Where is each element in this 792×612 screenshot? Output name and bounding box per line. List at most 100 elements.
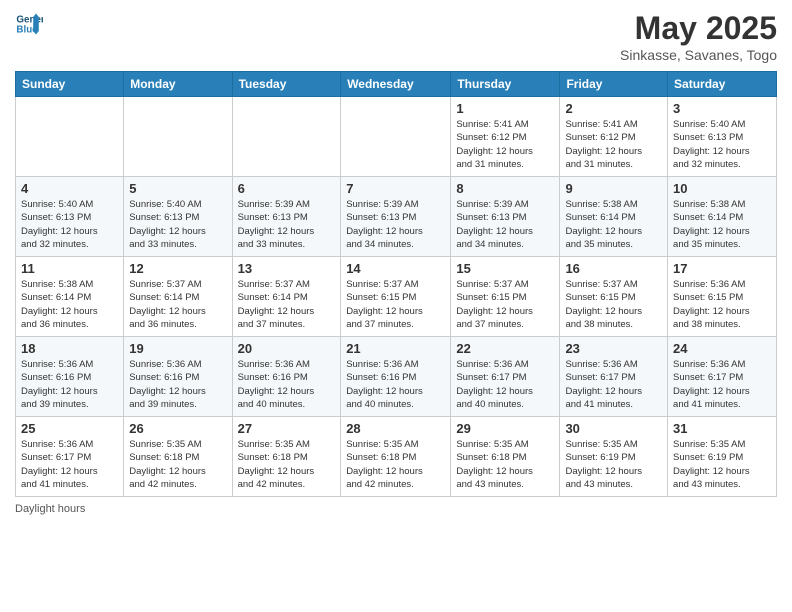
calendar-day-cell: 11 Sunrise: 5:38 AMSunset: 6:14 PMDayligh… [16, 257, 124, 337]
calendar-day-header: Monday [124, 72, 232, 97]
calendar-day-cell: 9Sunrise: 5:38 AMSunset: 6:14 PMDaylight… [560, 177, 668, 257]
day-info: Sunrise: 5:37 AMSunset: 6:14 PMDaylight:… [129, 278, 226, 331]
calendar-week-row: 4Sunrise: 5:40 AMSunset: 6:13 PMDaylight… [16, 177, 777, 257]
day-info: Sunrise: 5:39 AMSunset: 6:13 PMDaylight:… [238, 198, 336, 251]
day-number: 17 [673, 261, 771, 276]
day-number: 23 [565, 341, 662, 356]
day-number: 27 [238, 421, 336, 436]
calendar-day-cell [124, 97, 232, 177]
page-subtitle: Sinkasse, Savanes, Togo [620, 47, 777, 63]
calendar-day-header: Wednesday [341, 72, 451, 97]
calendar-day-cell: 18Sunrise: 5:36 AMSunset: 6:16 PMDayligh… [16, 337, 124, 417]
calendar-day-cell: 16 Sunrise: 5:37 AMSunset: 6:15 PMDayligh… [560, 257, 668, 337]
day-info: Sunrise: 5:37 AMSunset: 6:15 PMDaylight:… [565, 278, 662, 331]
calendar-day-cell [16, 97, 124, 177]
calendar-day-cell: 14 Sunrise: 5:37 AMSunset: 6:15 PMDayligh… [341, 257, 451, 337]
calendar-day-cell: 24 Sunrise: 5:36 AMSunset: 6:17 PMDayligh… [668, 337, 777, 417]
calendar-day-cell [341, 97, 451, 177]
day-info: Sunrise: 5:35 AMSunset: 6:18 PMDaylight:… [456, 438, 554, 491]
calendar-header-row: SundayMondayTuesdayWednesdayThursdayFrid… [16, 72, 777, 97]
day-number: 6 [238, 181, 336, 196]
calendar-day-cell: 20 Sunrise: 5:36 AMSunset: 6:16 PMDayligh… [232, 337, 341, 417]
day-number: 8 [456, 181, 554, 196]
day-info: Sunrise: 5:41 AMSunset: 6:12 PMDaylight:… [565, 118, 662, 171]
day-number: 25 [21, 421, 118, 436]
calendar-day-cell: 28 Sunrise: 5:35 AMSunset: 6:18 PMDayligh… [341, 417, 451, 497]
calendar-day-cell: 8 Sunrise: 5:39 AMSunset: 6:13 PMDaylight… [451, 177, 560, 257]
day-info: Sunrise: 5:35 AMSunset: 6:18 PMDaylight:… [238, 438, 336, 491]
day-info: Sunrise: 5:40 AMSunset: 6:13 PMDaylight:… [21, 198, 118, 251]
calendar-day-cell: 13 Sunrise: 5:37 AMSunset: 6:14 PMDayligh… [232, 257, 341, 337]
day-number: 5 [129, 181, 226, 196]
day-number: 16 [565, 261, 662, 276]
day-info: Sunrise: 5:37 AMSunset: 6:14 PMDaylight:… [238, 278, 336, 331]
footer-label: Daylight hours [15, 503, 777, 515]
day-number: 21 [346, 341, 445, 356]
calendar-day-cell: 12 Sunrise: 5:37 AMSunset: 6:14 PMDayligh… [124, 257, 232, 337]
day-info: Sunrise: 5:39 AMSunset: 6:13 PMDaylight:… [346, 198, 445, 251]
day-info: Sunrise: 5:36 AMSunset: 6:17 PMDaylight:… [673, 358, 771, 411]
calendar-day-header: Tuesday [232, 72, 341, 97]
day-info: Sunrise: 5:37 AMSunset: 6:15 PMDaylight:… [456, 278, 554, 331]
logo-icon: General Blue [15, 10, 43, 38]
calendar-day-header: Saturday [668, 72, 777, 97]
calendar-day-cell: 19 Sunrise: 5:36 AMSunset: 6:16 PMDayligh… [124, 337, 232, 417]
day-info: Sunrise: 5:40 AMSunset: 6:13 PMDaylight:… [129, 198, 226, 251]
day-info: Sunrise: 5:38 AMSunset: 6:14 PMDaylight:… [21, 278, 118, 331]
calendar-day-cell: 4Sunrise: 5:40 AMSunset: 6:13 PMDaylight… [16, 177, 124, 257]
day-info: Sunrise: 5:36 AMSunset: 6:17 PMDaylight:… [21, 438, 118, 491]
day-number: 1 [456, 101, 554, 116]
calendar-day-cell: 22Sunrise: 5:36 AMSunset: 6:17 PMDayligh… [451, 337, 560, 417]
day-number: 26 [129, 421, 226, 436]
day-info: Sunrise: 5:41 AMSunset: 6:12 PMDaylight:… [456, 118, 554, 171]
calendar-day-cell: 5 Sunrise: 5:40 AMSunset: 6:13 PMDaylight… [124, 177, 232, 257]
day-info: Sunrise: 5:36 AMSunset: 6:16 PMDaylight:… [238, 358, 336, 411]
calendar-day-cell: 6 Sunrise: 5:39 AMSunset: 6:13 PMDaylight… [232, 177, 341, 257]
day-number: 2 [565, 101, 662, 116]
day-info: Sunrise: 5:35 AMSunset: 6:18 PMDaylight:… [129, 438, 226, 491]
day-number: 14 [346, 261, 445, 276]
day-number: 20 [238, 341, 336, 356]
day-info: Sunrise: 5:36 AMSunset: 6:17 PMDaylight:… [565, 358, 662, 411]
page-title: May 2025 [620, 10, 777, 47]
calendar-day-header: Sunday [16, 72, 124, 97]
day-number: 24 [673, 341, 771, 356]
day-info: Sunrise: 5:36 AMSunset: 6:15 PMDaylight:… [673, 278, 771, 331]
calendar-day-cell: 15 Sunrise: 5:37 AMSunset: 6:15 PMDayligh… [451, 257, 560, 337]
day-number: 22 [456, 341, 554, 356]
day-number: 10 [673, 181, 771, 196]
day-info: Sunrise: 5:36 AMSunset: 6:16 PMDaylight:… [129, 358, 226, 411]
calendar-day-cell: 21Sunrise: 5:36 AMSunset: 6:16 PMDayligh… [341, 337, 451, 417]
day-info: Sunrise: 5:37 AMSunset: 6:15 PMDaylight:… [346, 278, 445, 331]
day-info: Sunrise: 5:39 AMSunset: 6:13 PMDaylight:… [456, 198, 554, 251]
day-info: Sunrise: 5:35 AMSunset: 6:19 PMDaylight:… [673, 438, 771, 491]
calendar-day-header: Friday [560, 72, 668, 97]
calendar-week-row: 18 Sunrise: 5:36 AMSunset: 6:16 PMDayligh… [16, 337, 777, 417]
day-number: 31 [673, 421, 771, 436]
calendar-day-cell: 25 Sunrise: 5:36 AMSunset: 6:17 PMDayligh… [16, 417, 124, 497]
calendar-day-cell: 27 Sunrise: 5:35 AMSunset: 6:18 PMDayligh… [232, 417, 341, 497]
day-number: 12 [129, 261, 226, 276]
calendar-day-cell: 29Sunrise: 5:35 AMSunset: 6:18 PMDayligh… [451, 417, 560, 497]
calendar-week-row: 1 Sunrise: 5:41 AMSunset: 6:12 PMDaylight… [16, 97, 777, 177]
day-number: 28 [346, 421, 445, 436]
day-info: Sunrise: 5:38 AMSunset: 6:14 PMDaylight:… [673, 198, 771, 251]
page-header: General Blue May 2025 Sinkasse, Savanes,… [15, 10, 777, 63]
day-info: Sunrise: 5:40 AMSunset: 6:13 PMDaylight:… [673, 118, 771, 171]
day-number: 11 [21, 261, 118, 276]
logo: General Blue [15, 10, 43, 38]
calendar-day-cell: 2 Sunrise: 5:41 AMSunset: 6:12 PMDaylight… [560, 97, 668, 177]
calendar-day-cell: 23 Sunrise: 5:36 AMSunset: 6:17 PMDayligh… [560, 337, 668, 417]
calendar-day-cell [232, 97, 341, 177]
calendar-day-cell: 3Sunrise: 5:40 AMSunset: 6:13 PMDaylight… [668, 97, 777, 177]
calendar-day-cell: 7 Sunrise: 5:39 AMSunset: 6:13 PMDaylight… [341, 177, 451, 257]
day-info: Sunrise: 5:35 AMSunset: 6:18 PMDaylight:… [346, 438, 445, 491]
calendar-week-row: 11 Sunrise: 5:38 AMSunset: 6:14 PMDayligh… [16, 257, 777, 337]
day-number: 30 [565, 421, 662, 436]
day-number: 7 [346, 181, 445, 196]
day-number: 15 [456, 261, 554, 276]
calendar-table: SundayMondayTuesdayWednesdayThursdayFrid… [15, 71, 777, 497]
day-number: 13 [238, 261, 336, 276]
day-number: 19 [129, 341, 226, 356]
day-number: 18 [21, 341, 118, 356]
